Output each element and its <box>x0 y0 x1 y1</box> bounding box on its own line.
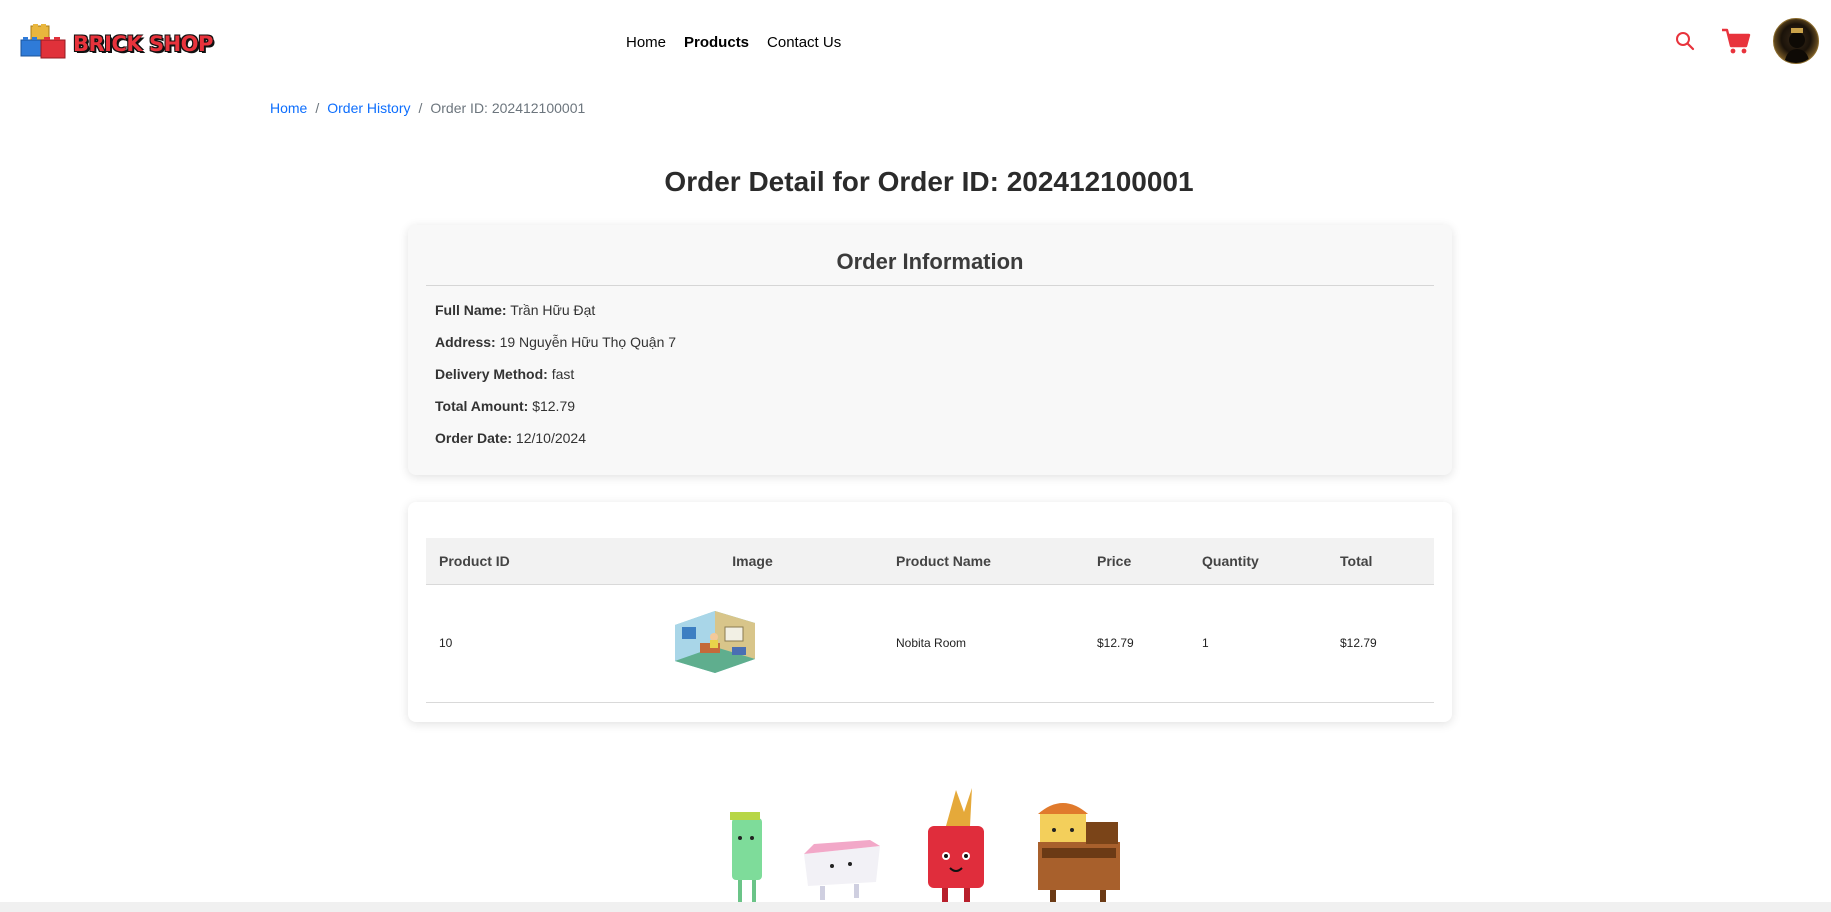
nav-contact-us[interactable]: Contact Us <box>767 34 841 51</box>
address-row: Address: 19 Nguyễn Hữu Thọ Quận 7 <box>435 334 1425 366</box>
column-header-quantity: Quantity <box>1202 552 1259 569</box>
breadcrumb-current: Order ID: 202412100001 <box>430 100 586 116</box>
avatar-figure-icon <box>1784 28 1810 63</box>
breadcrumb-separator: / <box>315 100 320 116</box>
order-information-title: Order Information <box>836 249 1024 274</box>
order-items-card: Product ID Image Product Name Price Quan… <box>408 502 1452 722</box>
main-nav: Home Products Contact Us <box>626 34 859 51</box>
nav-home[interactable]: Home <box>626 34 666 51</box>
order-information-card: Order Information Full Name: Trần Hữu Đạ… <box>408 225 1452 475</box>
delivery-method-row: Delivery Method: fast <box>435 366 1425 398</box>
address-value: 19 Nguyễn Hữu Thọ Quận 7 <box>499 334 677 350</box>
column-header-image: Image <box>732 552 773 569</box>
green-mascot-icon <box>730 812 762 902</box>
breadcrumb-home-link[interactable]: Home <box>270 100 307 116</box>
cart-icon[interactable] <box>1721 27 1751 55</box>
order-date-label: Order Date: <box>435 430 513 446</box>
chest-mascot-icon <box>1038 803 1120 902</box>
delivery-method-label: Delivery Method: <box>435 366 548 382</box>
cell-price: $12.79 <box>1097 636 1134 650</box>
pink-mascot-icon <box>804 840 880 900</box>
cell-image <box>622 584 883 702</box>
search-icon[interactable] <box>1673 29 1697 53</box>
site-header: BRICK SHOP Home Products Contact Us <box>0 0 1831 86</box>
delivery-method-value: fast <box>551 366 575 382</box>
full-name-row: Full Name: Trần Hữu Đạt <box>435 302 1425 334</box>
column-header-total: Total <box>1340 552 1373 569</box>
address-label: Address: <box>435 334 496 350</box>
order-info-list: Full Name: Trần Hữu Đạt Address: 19 Nguy… <box>408 286 1452 462</box>
total-amount-value: $12.79 <box>532 398 576 414</box>
breadcrumb: Home / Order History / Order ID: 2024121… <box>270 100 585 116</box>
column-header-product-name: Product Name <box>896 552 991 569</box>
brick-shop-logo[interactable]: BRICK SHOP <box>19 24 213 64</box>
cell-product-id: 10 <box>439 636 453 650</box>
header-actions <box>1673 18 1819 64</box>
breadcrumb-separator: / <box>418 100 423 116</box>
nobita-room-thumbnail[interactable] <box>670 607 760 677</box>
logo-text: BRICK SHOP <box>73 32 213 56</box>
bricks-logo-icon <box>20 24 66 59</box>
cell-total: $12.79 <box>1340 636 1377 650</box>
cell-product-name: Nobita Room <box>896 636 967 650</box>
user-avatar[interactable] <box>1773 18 1819 64</box>
full-name-value: Trần Hữu Đạt <box>510 302 596 318</box>
table-header-row: Product ID Image Product Name Price Quan… <box>426 538 1434 584</box>
footer-strip <box>0 902 1831 912</box>
mascot-characters-illustration <box>730 788 1120 902</box>
full-name-label: Full Name: <box>435 302 507 318</box>
order-items-table: Product ID Image Product Name Price Quan… <box>426 538 1434 703</box>
table-row: 10 Nobita Room $12.79 1 $12.79 <box>426 584 1434 702</box>
total-amount-label: Total Amount: <box>435 398 529 414</box>
breadcrumb-order-history-link[interactable]: Order History <box>327 100 410 116</box>
red-bag-mascot-icon <box>928 788 984 902</box>
column-header-price: Price <box>1097 552 1132 569</box>
order-date-value: 12/10/2024 <box>515 430 586 446</box>
total-amount-row: Total Amount: $12.79 <box>435 398 1425 430</box>
cell-quantity: 1 <box>1202 636 1209 650</box>
column-header-product-id: Product ID <box>439 552 510 569</box>
nav-products[interactable]: Products <box>684 34 749 51</box>
order-date-row: Order Date: 12/10/2024 <box>435 430 1425 462</box>
page-title: Order Detail for Order ID: 202412100001 <box>664 166 1194 197</box>
